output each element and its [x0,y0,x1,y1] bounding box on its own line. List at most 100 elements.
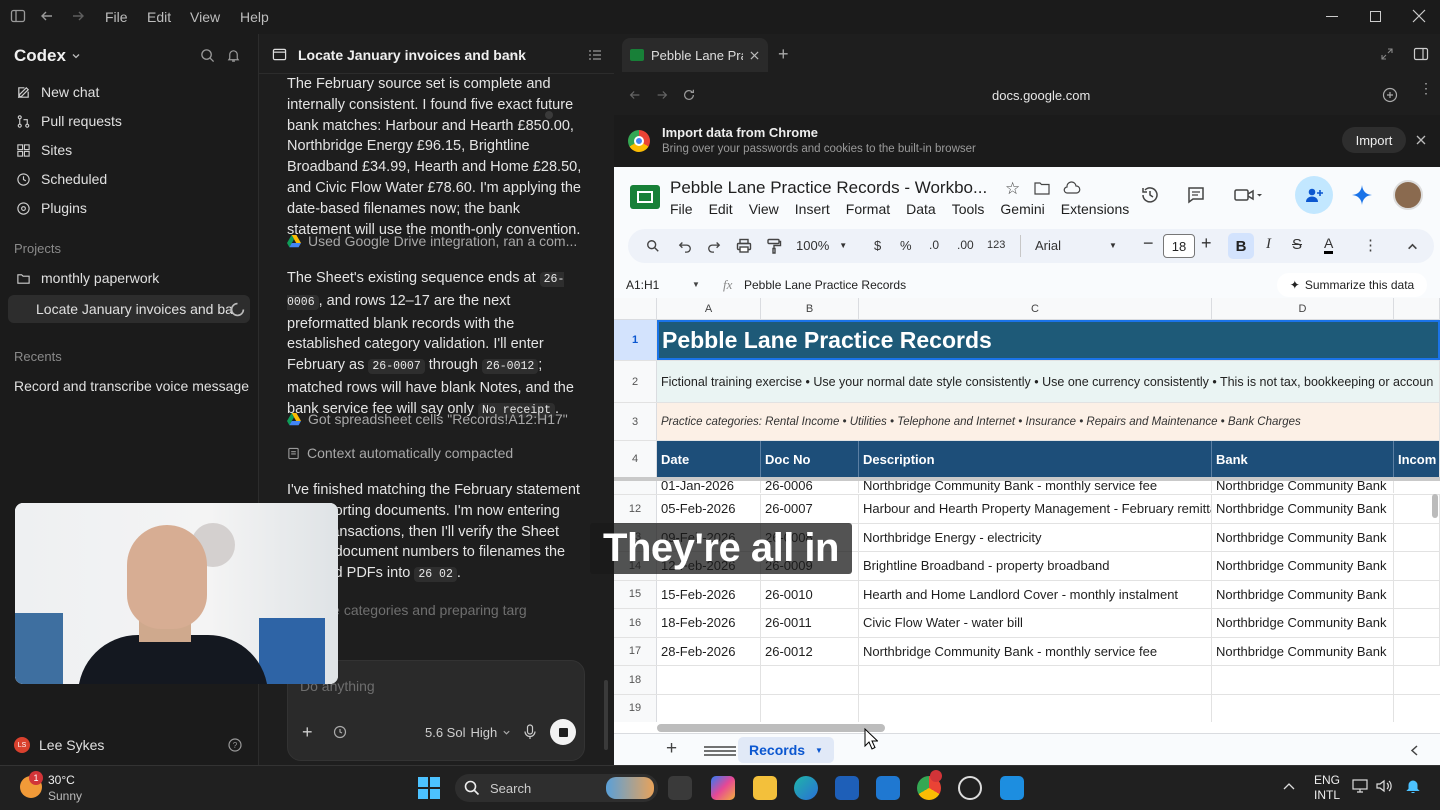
add-attachment-icon[interactable]: + [302,723,313,741]
select-all-corner[interactable] [614,298,657,320]
tool-call-sheets[interactable]: Got spreadsheet cells "Records!A12:H17" [287,411,568,427]
row-number[interactable]: 16 [614,609,657,637]
brand-switcher[interactable]: Codex [14,46,81,66]
doc-title[interactable]: Pebble Lane Practice Records - Workbo... [670,178,987,198]
number-format-button[interactable]: 123 [987,239,1005,251]
bold-button[interactable]: B [1228,233,1254,259]
sheet-menu-view[interactable]: View [749,201,779,217]
browser-tab[interactable]: Pebble Lane Prac [622,38,768,72]
cell-date[interactable] [657,666,761,694]
horizontal-scrollbar-thumb[interactable] [657,724,885,732]
sheet-menu-insert[interactable]: Insert [795,201,830,217]
cell-bank[interactable]: Northbridge Community Bank [1212,552,1394,580]
browser-menu-icon[interactable]: ⋮ [1419,81,1433,95]
help-icon[interactable]: ? [228,738,242,752]
row-number[interactable]: 3 [614,403,657,440]
stop-button[interactable] [550,719,576,745]
cell-doc-no[interactable] [761,666,859,694]
collapse-menus-icon[interactable] [1407,241,1418,252]
collapse-side-panel-icon[interactable] [1410,745,1419,756]
start-button[interactable] [418,777,440,799]
search-menus-icon[interactable] [646,239,660,253]
row-number[interactable]: 1 [614,320,657,360]
expand-icon[interactable] [1381,48,1393,60]
comments-icon[interactable] [1186,185,1206,205]
forward-icon[interactable] [655,88,669,102]
chatgpt-icon[interactable] [958,776,982,800]
increase-font-size-button[interactable]: + [1201,233,1212,254]
column-header-d[interactable]: D [1212,298,1394,320]
menu-file[interactable]: File [105,9,128,25]
language-indicator[interactable]: ENG INTL [1314,773,1340,803]
row-number[interactable]: 18 [614,666,657,694]
cell-bank[interactable]: Northbridge Community Bank [1212,523,1394,551]
cell-income[interactable] [1394,637,1440,665]
task-view-icon[interactable] [668,776,692,800]
cell-bank[interactable] [1212,666,1394,694]
model-selector[interactable]: 5.6 Sol High [425,725,511,740]
column-header-b[interactable]: B [761,298,859,320]
cell-description[interactable] [859,666,1212,694]
cell-bank[interactable]: Northbridge Community Bank [1212,609,1394,637]
chat-scrollbar[interactable] [604,680,608,750]
row-number[interactable]: 4 [614,441,657,477]
share-button[interactable] [1295,176,1333,214]
user-profile[interactable]: LS Lee Sykes [14,737,104,753]
cell-description[interactable]: Brightline Broadband - property broadban… [859,552,1212,580]
cell-bank[interactable] [1212,694,1394,722]
cell-income[interactable] [1394,523,1440,551]
strikethrough-button[interactable]: S [1292,236,1302,253]
microphone-icon[interactable] [524,724,536,740]
paint-format-icon[interactable] [766,238,782,254]
cell-description[interactable]: Northbridge Community Bank - monthly ser… [859,481,1212,493]
move-folder-icon[interactable] [1034,181,1050,195]
project-locate-january[interactable]: Locate January invoices and ba [8,295,250,323]
categories-cell[interactable]: Practice categories: Rental Income • Uti… [657,403,1440,440]
cell-doc-no[interactable]: 26-0011 [761,609,859,637]
cell-bank[interactable]: Northbridge Community Bank [1212,637,1394,665]
sheet-menu-gemini[interactable]: Gemini [1000,201,1044,217]
volume-icon[interactable] [1376,779,1392,793]
cell-doc-no[interactable] [761,694,859,722]
vertical-scrollbar-thumb[interactable] [1432,494,1438,518]
header-description[interactable]: Description [859,441,1212,477]
close-icon[interactable] [1412,9,1426,23]
cell-description[interactable]: Civic Flow Water - water bill [859,609,1212,637]
more-icon[interactable]: ··· [508,46,522,62]
cell-date[interactable]: 28-Feb-2026 [657,637,761,665]
more-options-icon[interactable]: ⋮ [1363,236,1378,254]
column-header-c[interactable]: C [859,298,1212,320]
reload-icon[interactable] [682,88,696,102]
cell-doc-no[interactable]: 26-0010 [761,580,859,608]
task-list-icon[interactable] [588,48,602,62]
cell-date[interactable]: 01-Jan-2026 [657,481,761,493]
account-avatar[interactable] [1393,180,1423,210]
network-icon[interactable] [1352,779,1368,793]
print-icon[interactable] [736,238,752,254]
menu-view[interactable]: View [190,9,220,25]
summarize-button[interactable]: ✦ Summarize this data [1277,273,1427,297]
header-income[interactable]: Incom [1394,441,1440,477]
header-doc-no[interactable]: Doc No [761,441,859,477]
restore-icon[interactable] [1370,11,1381,22]
cell-description[interactable] [859,694,1212,722]
taskbar-search[interactable]: Search [455,774,658,802]
instructions-cell[interactable]: Fictional training exercise • Use your n… [657,361,1440,402]
gemini-icon[interactable] [1352,185,1372,205]
cell-date[interactable]: 05-Feb-2026 [657,495,761,523]
meet-icon[interactable] [1234,187,1262,203]
cell-date[interactable]: 15-Feb-2026 [657,580,761,608]
menu-help[interactable]: Help [240,9,269,25]
star-icon[interactable]: ☆ [1005,179,1020,199]
undo-icon[interactable] [678,239,692,253]
font-size-input[interactable]: 18 [1163,234,1195,258]
zoom-select[interactable]: 100% ▼ [796,238,847,253]
cell-income[interactable] [1394,609,1440,637]
sidebar-toggle-icon[interactable] [10,8,28,26]
add-circle-icon[interactable] [1382,87,1398,103]
cell-doc-no[interactable]: 26-0012 [761,637,859,665]
back-arrow-icon[interactable] [39,8,57,26]
row-number[interactable]: 12 [614,495,657,523]
cell-income[interactable] [1394,580,1440,608]
url-bar[interactable]: docs.google.com [992,88,1090,103]
